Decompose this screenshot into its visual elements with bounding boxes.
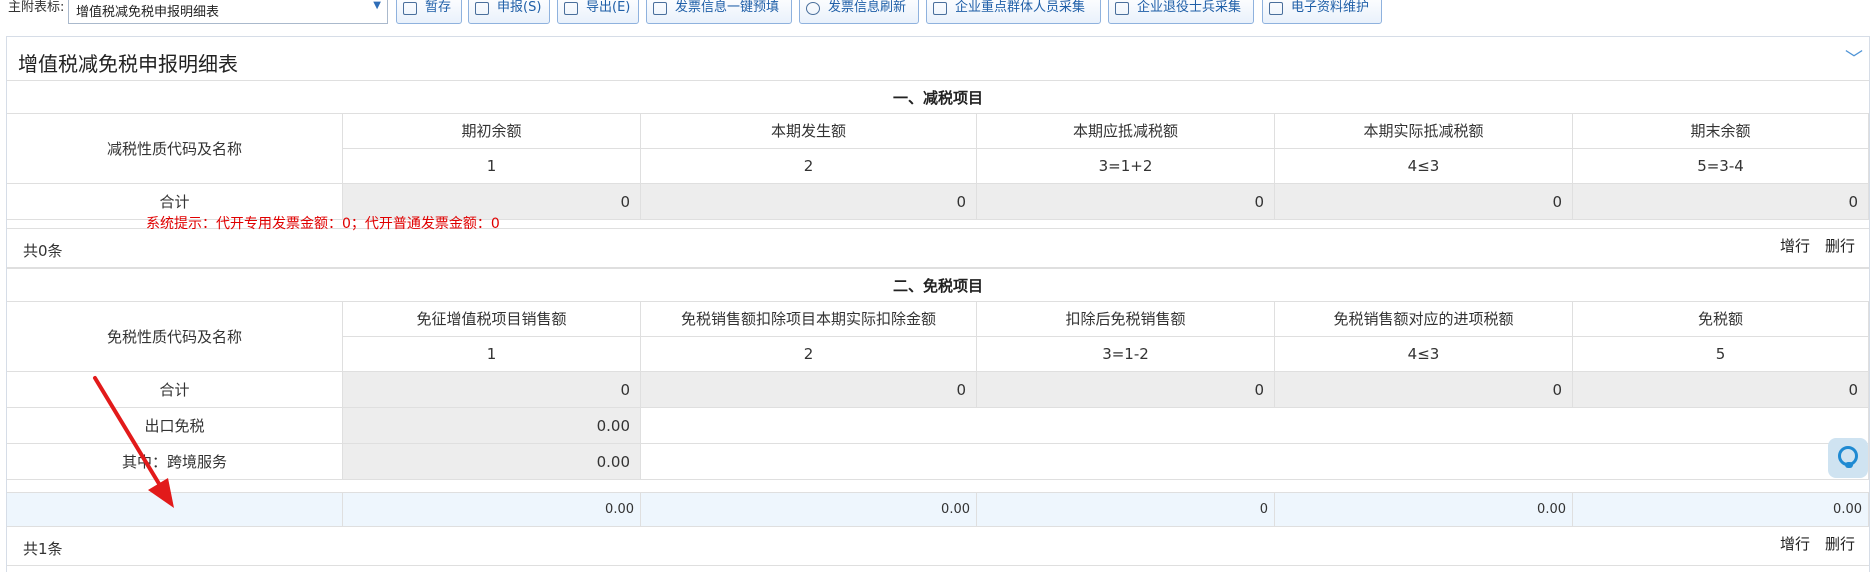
annotation-arrow-icon <box>93 376 174 508</box>
headset-mic-icon <box>1845 462 1853 468</box>
customer-service-button[interactable] <box>1828 438 1868 478</box>
